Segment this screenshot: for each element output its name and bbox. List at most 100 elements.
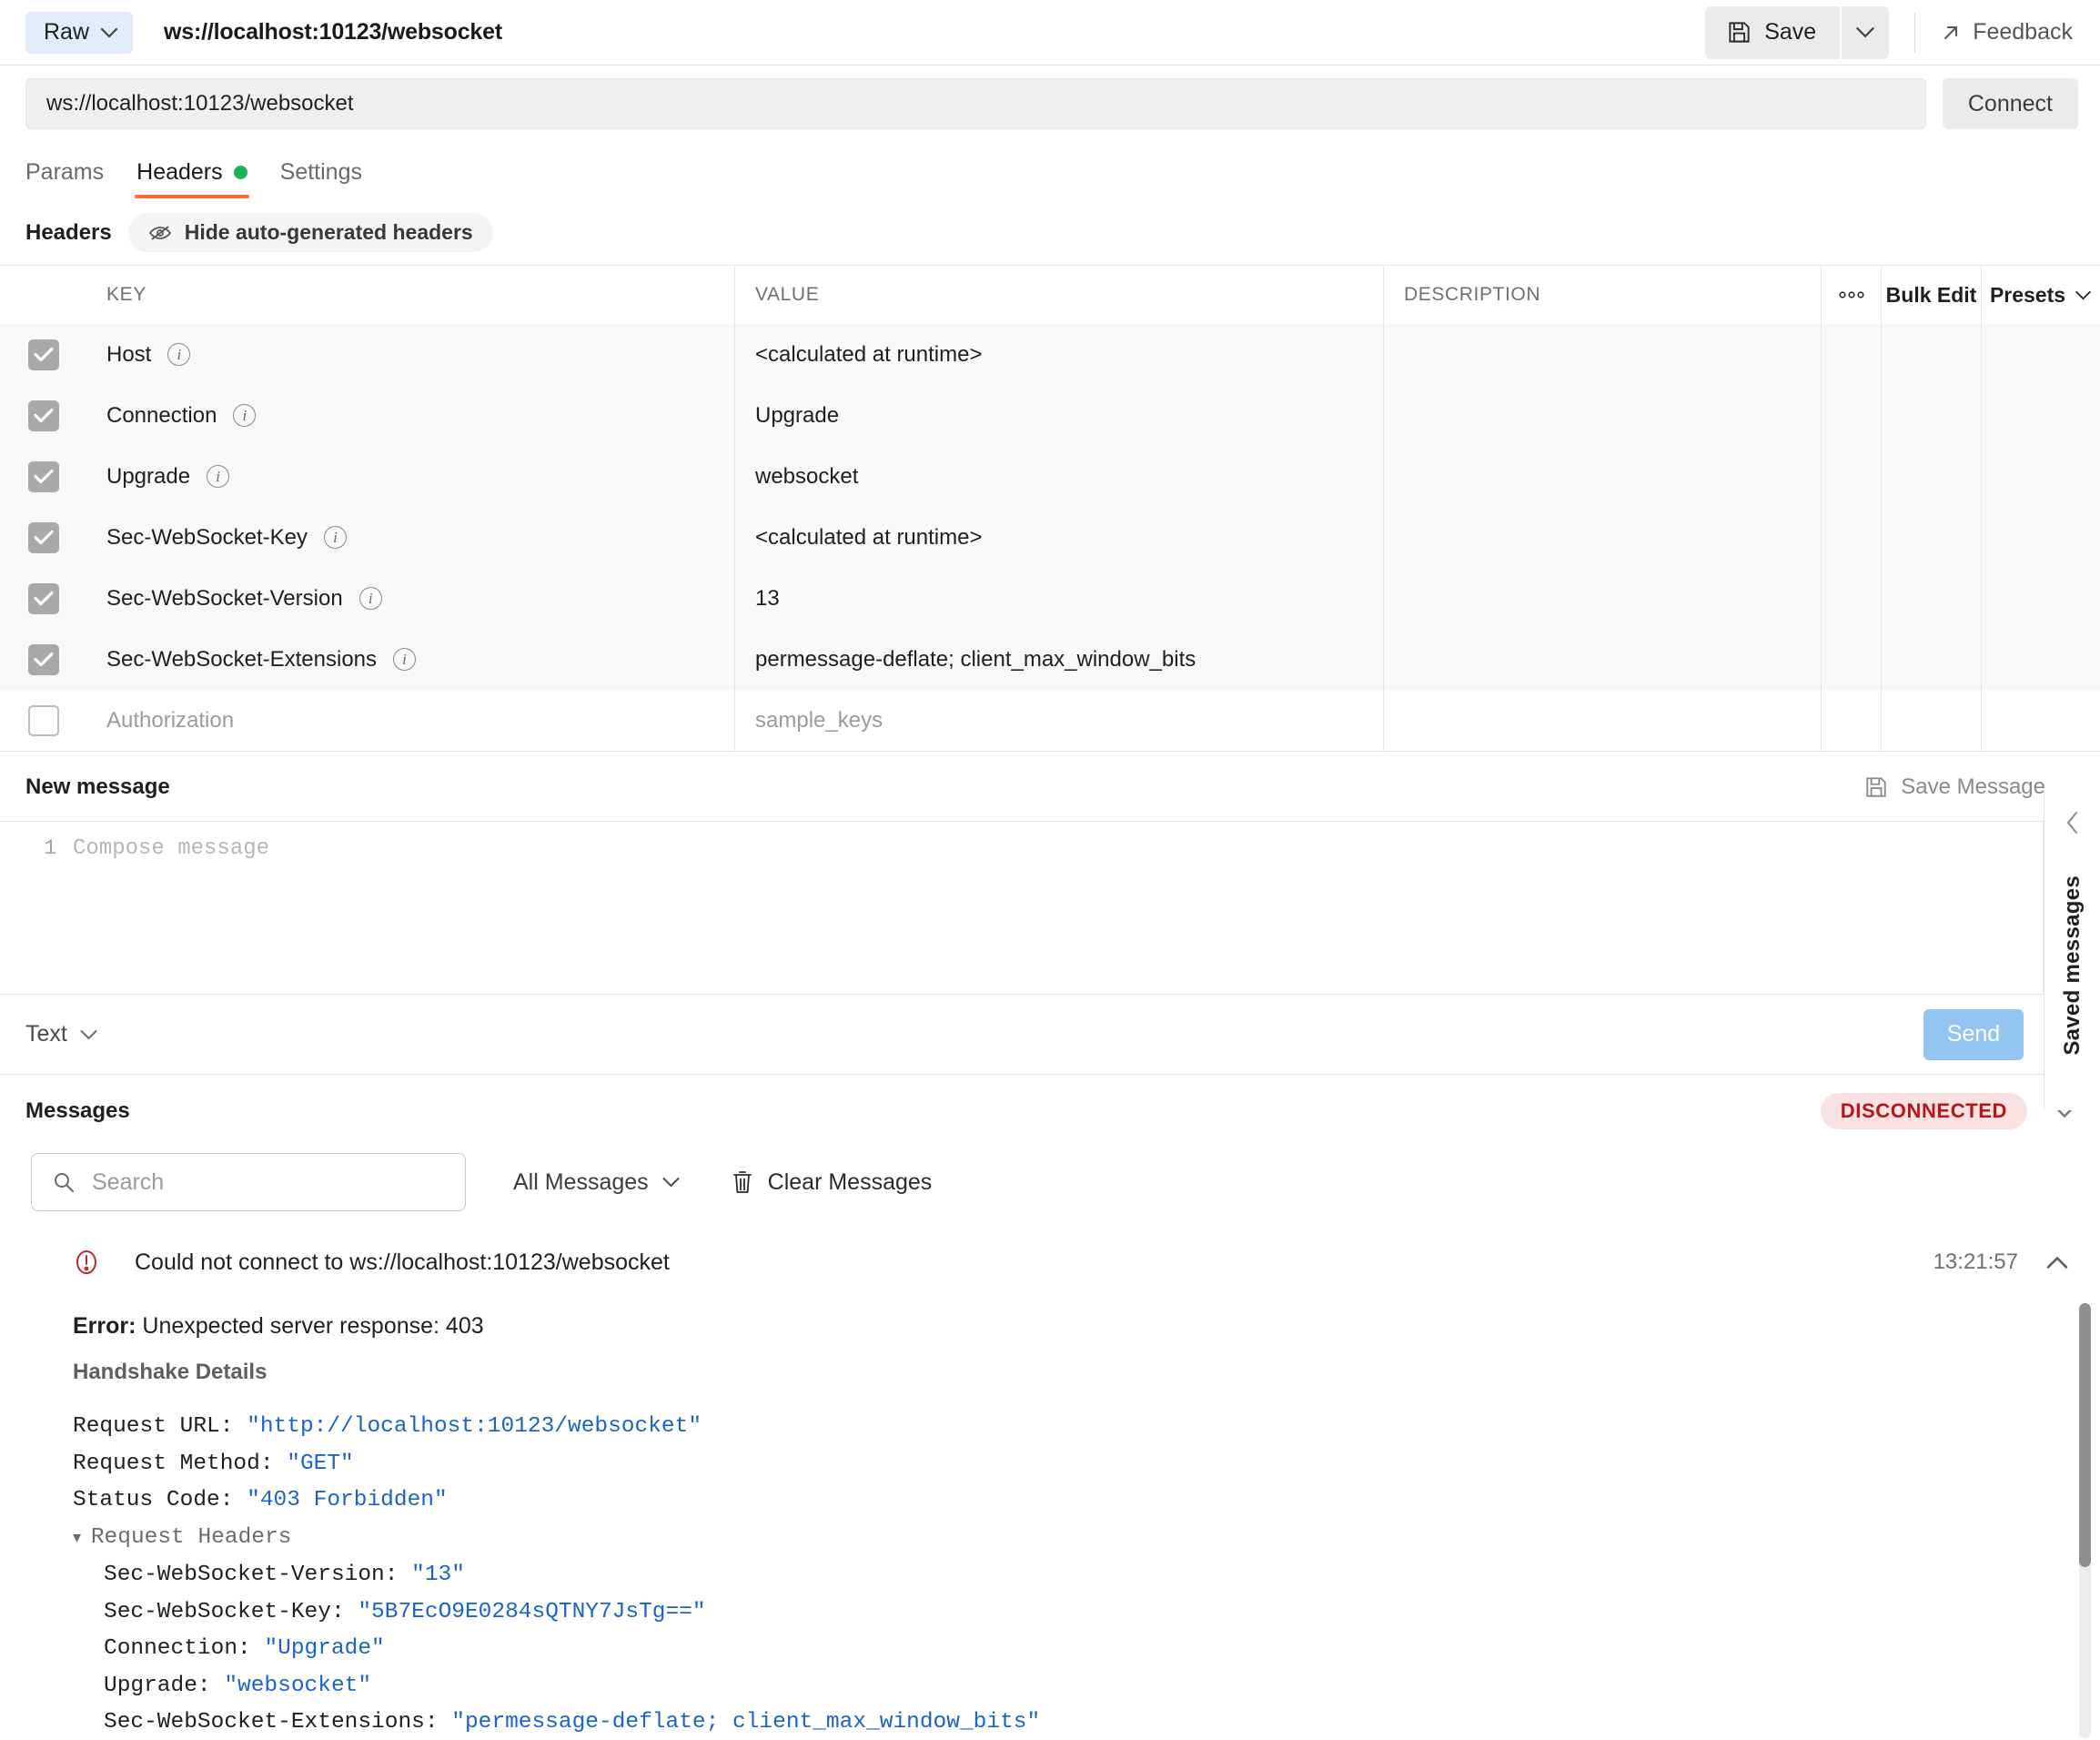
header-description-cell[interactable] [1384,324,1822,385]
header-value-cell[interactable]: <calculated at runtime> [735,324,1384,385]
message-filter-label: All Messages [513,1168,649,1195]
handshake-line: Request Method: "GET" [73,1446,2100,1483]
message-entry-summary: Could not connect to ws://localhost:1012… [135,1249,670,1275]
header-key-cell[interactable]: Host i [86,324,735,385]
header-description-cell[interactable] [1384,629,1822,690]
header-value-cell[interactable]: sample_keys [735,690,1384,751]
search-input[interactable]: Search [31,1153,466,1211]
header-value-cell[interactable]: Upgrade [735,385,1384,446]
header-key-text: Sec-WebSocket-Key [106,524,308,550]
table-row[interactable]: Sec-WebSocket-Extensions i permessage-defl… [0,629,2100,690]
table-row[interactable]: Connection i Upgrade [0,385,2100,446]
header-value-cell[interactable]: permessage-deflate; client_max_window_bi… [735,629,1384,690]
header-enabled-checkbox[interactable] [27,460,59,492]
info-icon[interactable]: i [393,648,417,671]
connection-status-badge: DISCONNECTED [1820,1093,2027,1129]
message-entry-time: 13:21:57 [1933,1249,2018,1274]
tab-settings[interactable]: Settings [264,161,379,198]
toolbar-divider [1914,12,1916,53]
handshake-line-value: "websocket" [224,1673,372,1698]
raw-mode-dropdown[interactable]: Raw [25,11,134,54]
header-row-checkbox-cell [0,690,86,751]
save-button[interactable]: Save [1705,5,1841,59]
handshake-line: Connection: "Upgrade" [73,1631,2100,1668]
collapse-left-chevron-icon[interactable] [2065,810,2081,835]
top-bar-actions: Save Feedback [1705,5,2080,59]
url-input[interactable]: ws://localhost:10123/websocket [25,78,1926,129]
messages-toolbar: Search All Messages Clear Messages [0,1144,2100,1235]
header-row-spacer-presets [1982,385,2100,446]
header-enabled-checkbox[interactable] [27,339,59,370]
hide-auto-generated-headers-button[interactable]: Hide auto-generated headers [127,213,493,252]
header-key-text: Host [106,341,152,367]
chevron-down-icon [2075,290,2092,300]
header-value-cell[interactable]: websocket [735,446,1384,507]
send-button[interactable]: Send [1923,1008,2024,1060]
header-key-cell[interactable]: Sec-WebSocket-Version i [86,568,735,629]
more-options-button[interactable] [1822,266,1882,324]
saved-messages-panel[interactable]: Saved messages [2044,790,2100,1110]
header-key-text: Upgrade [106,463,191,489]
header-description-cell[interactable] [1384,385,1822,446]
tab-params[interactable]: Params [25,161,120,198]
compose-message-input[interactable]: Compose message [73,822,2043,994]
save-button-group: Save [1705,5,1890,59]
handshake-line: Upgrade: "websocket" [73,1668,2100,1705]
save-message-button[interactable]: Save Message [1864,774,2045,800]
header-enabled-checkbox[interactable] [27,704,59,736]
tab-headers[interactable]: Headers [120,161,264,198]
info-icon[interactable]: i [167,343,191,366]
table-row[interactable]: Host i <calculated at runtime> [0,324,2100,385]
header-enabled-checkbox[interactable] [27,582,59,614]
handshake-line-value: "GET" [287,1451,354,1476]
header-description-cell[interactable] [1384,568,1822,629]
header-key-cell[interactable]: Sec-WebSocket-Key i [86,507,735,568]
header-key-cell[interactable]: Sec-WebSocket-Extensions i [86,629,735,690]
info-icon[interactable]: i [233,404,257,427]
handshake-line-key: Sec-WebSocket-Extensions: [104,1710,452,1735]
error-alert-icon [71,1247,102,1278]
info-icon[interactable]: i [207,465,230,488]
chevron-down-icon [100,27,118,38]
collapse-entry-chevron-up-icon[interactable] [2045,1256,2069,1270]
header-enabled-checkbox[interactable] [27,521,59,553]
message-format-label: Text [25,1021,67,1047]
presets-label: Presets [1989,282,2066,307]
header-value-cell[interactable]: <calculated at runtime> [735,507,1384,568]
trash-icon [732,1169,753,1195]
info-icon[interactable]: i [323,526,347,549]
message-filter-dropdown[interactable]: All Messages [513,1169,681,1196]
scrollbar-thumb[interactable] [2079,1303,2091,1567]
header-key-cell[interactable]: Authorization [86,690,735,751]
header-row-checkbox-cell [0,568,86,629]
handshake-group-toggle[interactable]: ▾ Request Headers [73,1520,2100,1558]
header-enabled-checkbox[interactable] [27,643,59,675]
header-value-cell[interactable]: 13 [735,568,1384,629]
header-key-cell[interactable]: Connection i [86,385,735,446]
handshake-line-key: Sec-WebSocket-Key: [104,1599,358,1624]
message-format-dropdown[interactable]: Text [25,1021,98,1047]
header-description-cell[interactable] [1384,507,1822,568]
save-options-dropdown[interactable] [1842,5,1890,59]
header-enabled-checkbox[interactable] [27,400,59,431]
messages-scrollbar[interactable] [2079,1303,2091,1738]
header-description-cell[interactable] [1384,690,1822,751]
message-editor[interactable]: 1 Compose message [0,821,2044,994]
table-row[interactable]: Upgrade i websocket [0,446,2100,507]
feedback-button[interactable]: Feedback [1941,19,2080,46]
table-row[interactable]: Sec-WebSocket-Version i 13 [0,568,2100,629]
bulk-edit-button[interactable]: Bulk Edit [1882,266,1982,324]
header-row-spacer-bulk [1882,385,1982,446]
table-row[interactable]: Authorization sample_keys [0,690,2100,751]
save-disk-icon [1864,775,1888,799]
connect-button[interactable]: Connect [1942,78,2078,129]
header-row-checkbox-cell [0,507,86,568]
message-entry-header[interactable]: Could not connect to ws://localhost:1012… [0,1235,2100,1290]
header-description-cell[interactable] [1384,446,1822,507]
info-icon[interactable]: i [358,587,382,610]
column-key: KEY [86,266,735,324]
header-key-cell[interactable]: Upgrade i [86,446,735,507]
table-row[interactable]: Sec-WebSocket-Key i <calculated at runtime… [0,507,2100,568]
presets-dropdown[interactable]: Presets [1982,266,2100,324]
clear-messages-button[interactable]: Clear Messages [732,1169,932,1196]
